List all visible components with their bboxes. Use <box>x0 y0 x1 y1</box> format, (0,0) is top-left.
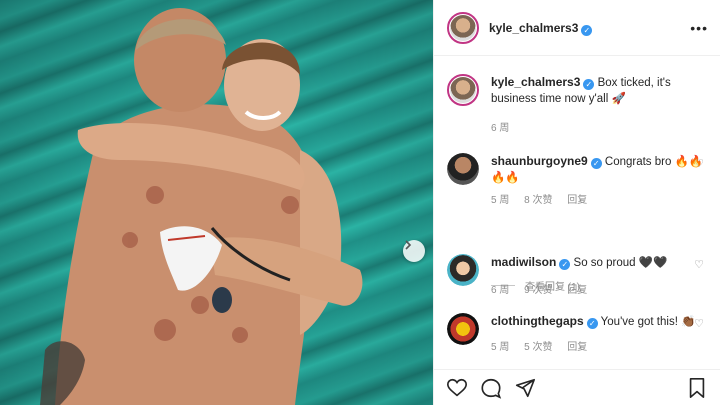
like-icon[interactable] <box>446 377 468 399</box>
caption-avatar[interactable] <box>447 74 479 106</box>
post-side-panel: kyle_chalmers3 ✓ ••• kyle_chalmers3 ✓ Box … <box>433 0 720 405</box>
comment-avatar[interactable] <box>447 313 479 345</box>
comment-time: 5 周 <box>491 342 510 353</box>
comment-likes[interactable]: 5 次赞 <box>524 342 552 353</box>
post-photo-art <box>40 8 363 405</box>
comment-reply-button[interactable]: 回复 <box>567 342 587 353</box>
comment-icon[interactable] <box>480 377 502 399</box>
like-comment-icon[interactable]: ♡ <box>694 258 704 271</box>
verified-icon: ✓ <box>559 259 571 270</box>
author-avatar[interactable] <box>447 11 479 44</box>
comment-reply-button[interactable]: 回复 <box>567 285 587 296</box>
post-actions-bar <box>434 369 720 405</box>
author-username[interactable]: kyle_chalmers3 <box>489 21 578 35</box>
like-comment-icon[interactable]: ♡ <box>694 317 704 330</box>
comment-time: 6 周 <box>491 285 510 296</box>
comment-item: shaunburgoyne9 ✓ Congrats bro 🔥🔥🔥🔥 5 周 8 … <box>434 153 720 209</box>
more-options-icon[interactable]: ••• <box>690 20 708 36</box>
verified-icon: ✓ <box>590 158 602 169</box>
next-photo-button[interactable] <box>403 240 425 262</box>
caption-username[interactable]: kyle_chalmers3 <box>491 75 580 89</box>
save-icon[interactable] <box>686 377 708 399</box>
comments-list: kyle_chalmers3 ✓ Box ticked, it's busines… <box>434 57 720 369</box>
comment-time: 5 周 <box>491 195 510 206</box>
comment-item: madiwilson ✓ So so proud 🖤🖤 6 周 9 次赞 回复 ♡ <box>434 254 720 299</box>
comment-username[interactable]: shaunburgoyne9 <box>491 154 588 168</box>
post-header: kyle_chalmers3 ✓ ••• <box>434 0 720 56</box>
post-photo <box>0 0 433 405</box>
next-arrow-icon <box>405 240 412 250</box>
comment-item: clothingthegaps ✓ You've got this! 👏🏾 5 周… <box>434 313 720 356</box>
comment-reply-button[interactable]: 回复 <box>567 195 587 206</box>
comment-username[interactable]: clothingthegaps <box>491 314 584 328</box>
verified-icon: ✓ <box>586 318 598 329</box>
caption: kyle_chalmers3 ✓ Box ticked, it's busines… <box>434 74 720 137</box>
verified-icon: ✓ <box>581 24 593 36</box>
share-icon[interactable] <box>514 377 536 399</box>
comment-text: You've got this! 👏🏾 <box>600 316 696 328</box>
comment-username[interactable]: madiwilson <box>491 255 556 269</box>
verified-icon: ✓ <box>583 79 595 90</box>
comment-likes[interactable]: 9 次赞 <box>524 285 552 296</box>
caption-time: 6 周 <box>491 123 510 134</box>
comment-text: So so proud 🖤🖤 <box>573 257 668 269</box>
like-comment-icon[interactable]: ♡ <box>694 157 704 170</box>
comment-avatar[interactable] <box>447 153 479 185</box>
comment-avatar[interactable] <box>447 254 479 286</box>
comment-likes[interactable]: 8 次赞 <box>524 195 552 206</box>
